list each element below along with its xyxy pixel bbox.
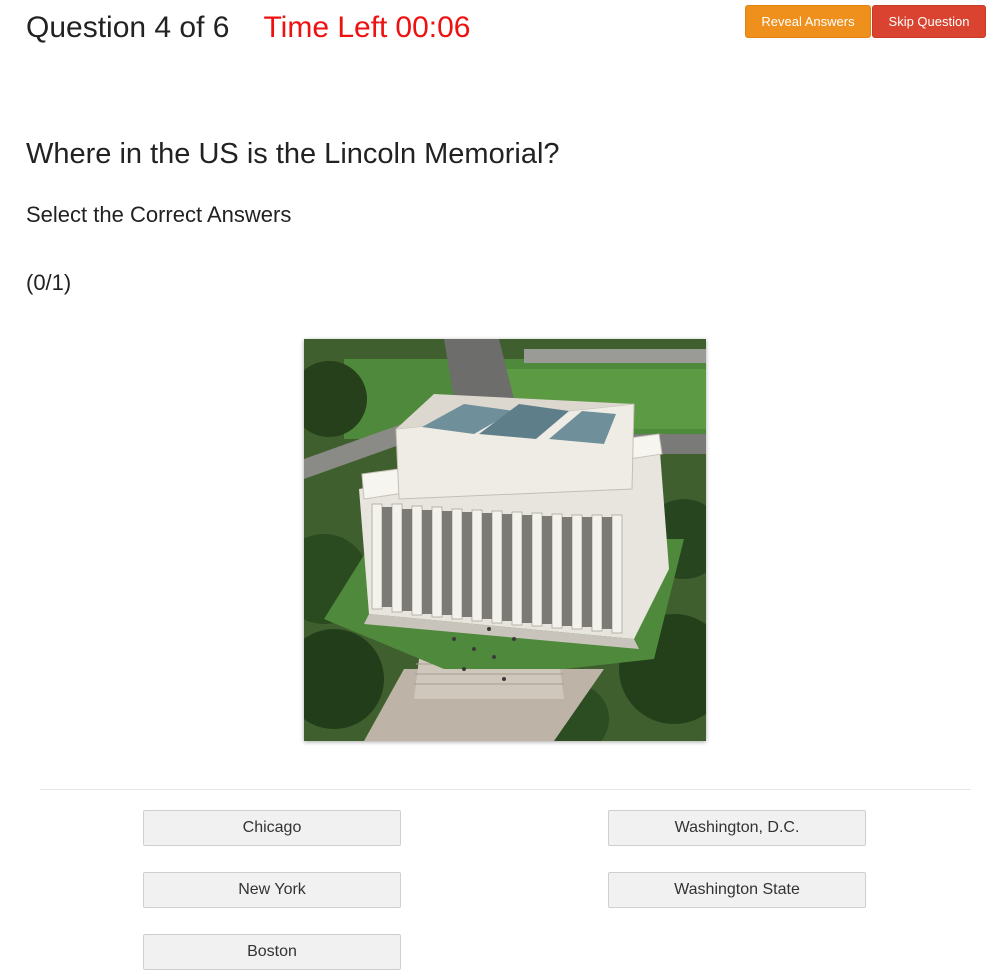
reveal-answers-button[interactable]: Reveal Answers <box>745 5 871 38</box>
answer-option-new-york[interactable]: New York <box>143 872 401 908</box>
answer-option-washington-state[interactable]: Washington State <box>608 872 866 908</box>
memorial-photo <box>304 339 706 741</box>
timer-value: 00:06 <box>395 11 471 44</box>
skip-question-button[interactable]: Skip Question <box>872 5 986 38</box>
question-counter: Question 4 of 6 <box>26 11 230 44</box>
answer-progress: (0/1) <box>26 270 72 295</box>
answer-option-chicago[interactable]: Chicago <box>143 810 401 846</box>
timer: Time Left 00:06 <box>263 11 470 45</box>
answer-option-washington-dc[interactable]: Washington, D.C. <box>608 810 866 846</box>
answer-instruction: Select the Correct Answers <box>26 202 292 227</box>
question-image <box>304 339 706 741</box>
quiz-header: Question 4 of 6 Time Left 00:06 <box>26 8 470 48</box>
timer-label: Time Left <box>263 11 388 44</box>
answer-option-boston[interactable]: Boston <box>143 934 401 970</box>
question-text: Where in the US is the Lincoln Memorial? <box>26 138 560 170</box>
action-buttons: Reveal Answers Skip Question <box>745 5 986 38</box>
divider <box>40 789 971 790</box>
